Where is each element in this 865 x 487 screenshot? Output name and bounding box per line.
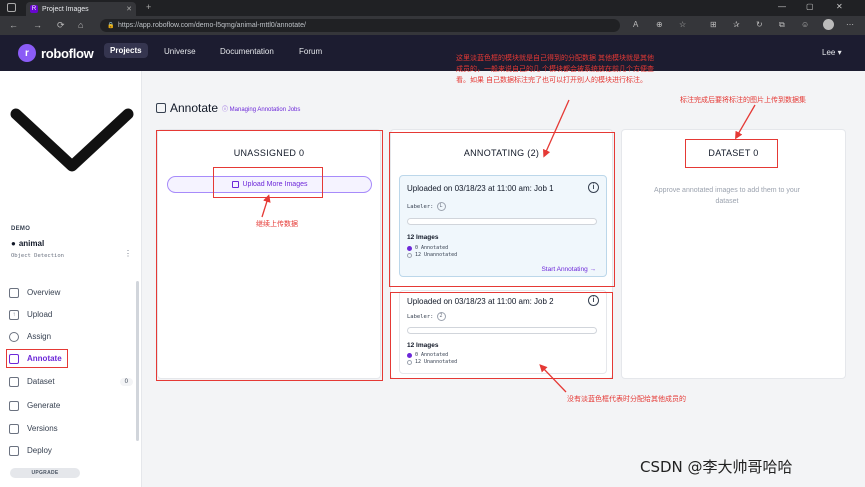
arrow-other-job	[539, 364, 567, 393]
arrow-upload	[261, 194, 271, 218]
arrow-dataset	[735, 104, 756, 140]
csdn-watermark: CSDN @李大帅哥哈哈	[640, 458, 793, 476]
annotation-arrows	[261, 99, 756, 393]
arrow-own-job	[543, 99, 570, 158]
